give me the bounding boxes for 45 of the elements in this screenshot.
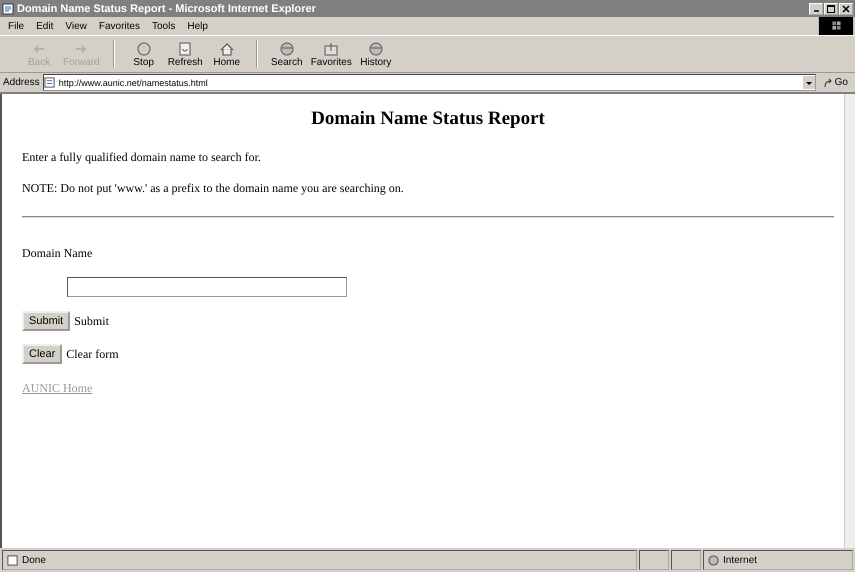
minimize-icon (814, 10, 818, 12)
status-pane (671, 550, 701, 570)
toolbar-button[interactable]: Search (268, 40, 306, 68)
status-text: Done (22, 554, 46, 566)
page-icon (177, 40, 194, 56)
scrollbar[interactable] (844, 94, 855, 548)
button-caption: Clear form (66, 346, 119, 362)
maximize-button[interactable] (824, 2, 838, 14)
intro-text: Enter a fully qualified domain name to search for. (22, 150, 262, 165)
menu-item[interactable]: View (65, 20, 87, 32)
page-icon (7, 554, 18, 566)
page-heading: Domain Name Status Report (310, 108, 546, 130)
field-label: Domain Name (22, 246, 94, 261)
minimize-button[interactable] (809, 2, 823, 14)
menu-item[interactable]: Edit (36, 20, 54, 32)
toolbar-button[interactable]: History (356, 40, 395, 68)
zone-text: Internet (723, 554, 757, 566)
address-label: Address (3, 77, 40, 88)
menu-item[interactable]: File (8, 20, 24, 32)
go-button[interactable]: Go (818, 77, 852, 88)
note-text: NOTE: Do not put 'www.' as a prefix to the domain name you are searching on. (22, 181, 405, 196)
house-icon (218, 40, 235, 56)
toolbar-button[interactable]: Favorites (308, 40, 355, 68)
clear-button[interactable]: Clear (22, 344, 62, 364)
page-icon (44, 77, 55, 88)
submit-button[interactable]: Submit (22, 311, 70, 331)
maximize-icon (827, 4, 835, 12)
button-caption: Submit (74, 314, 109, 328)
globe-icon (368, 40, 384, 56)
menu-item[interactable]: Help (187, 20, 208, 32)
window-title: Domain Name Status Report - Microsoft Internet Explorer (17, 2, 317, 14)
toolbar-button[interactable]: Home (208, 40, 246, 68)
ie-page-icon (2, 2, 14, 14)
domain-name-field[interactable] (67, 277, 347, 297)
address-field[interactable]: http://www.aunic.net/namestatus.html (42, 74, 816, 91)
stop-icon (136, 40, 152, 56)
go-arrow-icon (822, 78, 833, 88)
menu-item[interactable]: Favorites (98, 20, 140, 32)
menu-item[interactable]: Tools (152, 20, 176, 32)
toolbar-button[interactable]: Refresh (164, 40, 206, 68)
status-pane (639, 550, 669, 570)
close-icon (842, 4, 850, 12)
globe-icon (708, 554, 719, 566)
close-button[interactable] (839, 2, 853, 14)
toolbar-button[interactable]: Stop (124, 40, 163, 68)
